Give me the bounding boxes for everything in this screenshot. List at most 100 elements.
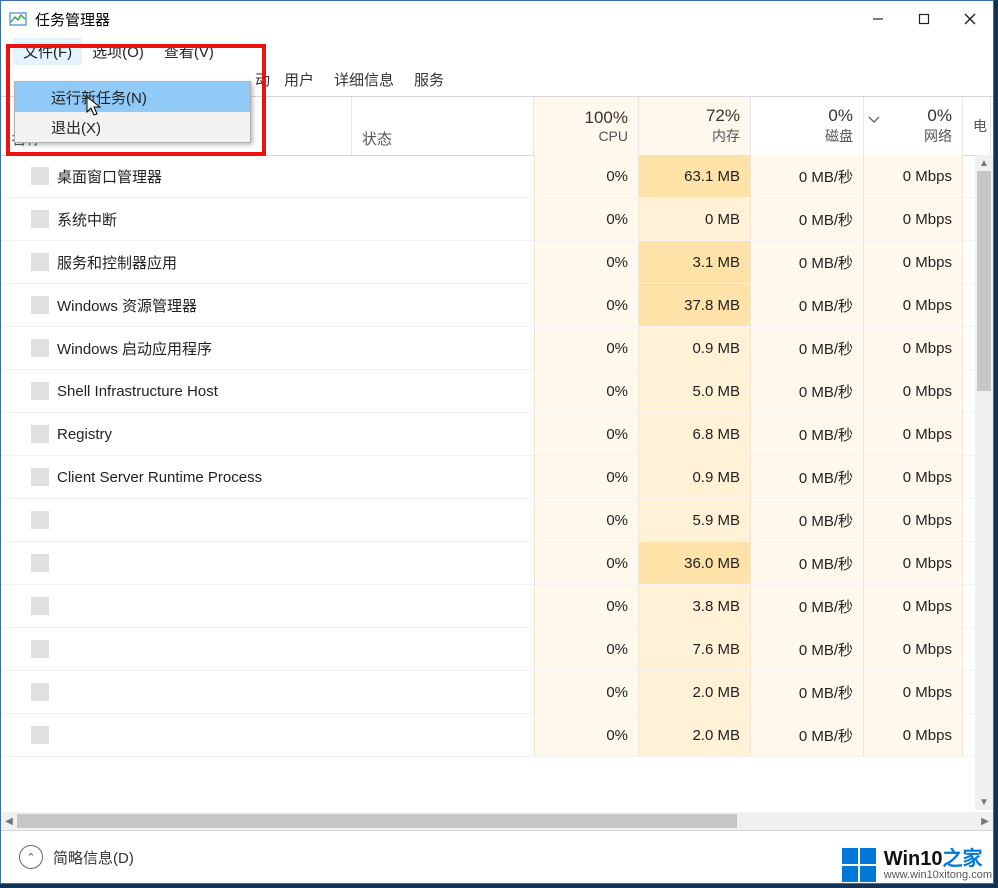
- process-status: [352, 198, 534, 240]
- scroll-up-icon[interactable]: ▲: [975, 155, 993, 171]
- process-icon: [31, 339, 49, 357]
- process-status: [352, 628, 534, 670]
- process-mem: 5.0 MB: [639, 370, 751, 412]
- process-mem: 2.0 MB: [639, 714, 751, 756]
- table-row[interactable]: Shell Infrastructure Host0%5.0 MB0 MB/秒0…: [1, 370, 993, 413]
- scroll-down-icon[interactable]: ▼: [975, 794, 993, 810]
- col-last[interactable]: 电: [963, 97, 991, 155]
- titlebar: 任务管理器: [1, 1, 993, 38]
- menu-file[interactable]: 文件(F): [13, 38, 82, 65]
- process-disk: 0 MB/秒: [751, 585, 864, 627]
- process-mem: 36.0 MB: [639, 542, 751, 584]
- table-row[interactable]: 0%7.6 MB0 MB/秒0 Mbps: [1, 628, 993, 671]
- minimize-button[interactable]: [855, 3, 901, 35]
- process-cpu: 0%: [534, 327, 639, 369]
- process-status: [352, 499, 534, 541]
- process-name: Client Server Runtime Process: [57, 469, 262, 486]
- process-net: 0 Mbps: [864, 413, 963, 455]
- process-name: Shell Infrastructure Host: [57, 383, 218, 400]
- process-status: [352, 370, 534, 412]
- col-mem-label: 内存: [712, 126, 740, 146]
- process-icon: [31, 210, 49, 228]
- process-icon: [31, 683, 49, 701]
- table-row[interactable]: Registry0%6.8 MB0 MB/秒0 Mbps: [1, 413, 993, 456]
- scroll-right-icon[interactable]: ▶: [977, 812, 993, 830]
- process-status: [352, 714, 534, 756]
- process-status: [352, 585, 534, 627]
- process-mem: 3.8 MB: [639, 585, 751, 627]
- process-cpu: 0%: [534, 671, 639, 713]
- fewer-details-button[interactable]: 简略信息(D): [53, 847, 134, 868]
- process-disk: 0 MB/秒: [751, 456, 864, 498]
- watermark-url: www.win10xitong.com: [884, 869, 992, 881]
- process-net: 0 Mbps: [864, 327, 963, 369]
- table-row[interactable]: Windows 资源管理器0%37.8 MB0 MB/秒0 Mbps: [1, 284, 993, 327]
- process-disk: 0 MB/秒: [751, 327, 864, 369]
- process-net: 0 Mbps: [864, 456, 963, 498]
- process-cpu: 0%: [534, 241, 639, 283]
- process-cpu: 0%: [534, 370, 639, 412]
- vertical-scrollbar[interactable]: ▲ ▼: [975, 155, 993, 810]
- process-icon: [31, 511, 49, 529]
- col-mem[interactable]: 72% 内存: [639, 97, 751, 155]
- scroll-left-icon[interactable]: ◀: [1, 812, 17, 830]
- table-row[interactable]: 0%3.8 MB0 MB/秒0 Mbps: [1, 585, 993, 628]
- process-name: Windows 资源管理器: [57, 295, 197, 316]
- table-row[interactable]: 0%2.0 MB0 MB/秒0 Mbps: [1, 714, 993, 757]
- maximize-button[interactable]: [901, 3, 947, 35]
- table-row[interactable]: 0%36.0 MB0 MB/秒0 Mbps: [1, 542, 993, 585]
- process-icon: [31, 253, 49, 271]
- process-disk: 0 MB/秒: [751, 413, 864, 455]
- process-name: Windows 启动应用程序: [57, 338, 212, 359]
- process-status: [352, 327, 534, 369]
- col-cpu[interactable]: 100% CPU: [534, 97, 639, 155]
- hscroll-thumb[interactable]: [17, 814, 737, 828]
- windows-logo-icon: [842, 848, 876, 882]
- menu-item-run-new-task[interactable]: 运行新任务(N): [15, 82, 250, 112]
- file-menu-dropdown: 运行新任务(N) 退出(X): [14, 81, 251, 143]
- table-row[interactable]: 服务和控制器应用0%3.1 MB0 MB/秒0 Mbps: [1, 241, 993, 284]
- process-net: 0 Mbps: [864, 585, 963, 627]
- process-name: 桌面窗口管理器: [57, 166, 162, 187]
- col-net[interactable]: 0% 网络: [864, 97, 963, 155]
- chevron-up-icon: ⌃: [26, 851, 35, 864]
- process-disk: 0 MB/秒: [751, 542, 864, 584]
- process-name: Registry: [57, 426, 112, 443]
- process-cpu: 0%: [534, 499, 639, 541]
- process-net: 0 Mbps: [864, 499, 963, 541]
- tab-users[interactable]: 用户: [274, 63, 324, 96]
- col-status-label: 状态: [362, 128, 523, 149]
- tab-fragment[interactable]: 动: [255, 63, 274, 96]
- table-row[interactable]: 0%5.9 MB0 MB/秒0 Mbps: [1, 499, 993, 542]
- process-mem: 0.9 MB: [639, 327, 751, 369]
- process-cpu: 0%: [534, 585, 639, 627]
- col-disk[interactable]: 0% 磁盘: [751, 97, 864, 155]
- table-row[interactable]: 桌面窗口管理器0%63.1 MB0 MB/秒0 Mbps: [1, 155, 993, 198]
- process-status: [352, 413, 534, 455]
- process-icon: [31, 640, 49, 658]
- table-row[interactable]: Windows 启动应用程序 0%0.9 MB0 MB/秒0 Mbps: [1, 327, 993, 370]
- process-disk: 0 MB/秒: [751, 284, 864, 326]
- watermark-text-1: Win10: [884, 848, 943, 870]
- fewer-details-icon[interactable]: ⌃: [19, 845, 43, 869]
- tab-services[interactable]: 服务: [404, 63, 454, 96]
- table-row[interactable]: 0%2.0 MB0 MB/秒0 Mbps: [1, 671, 993, 714]
- col-last-label: 电: [973, 116, 980, 136]
- process-net: 0 Mbps: [864, 671, 963, 713]
- process-cpu: 0%: [534, 155, 639, 197]
- col-status[interactable]: 状态: [352, 97, 534, 155]
- horizontal-scrollbar[interactable]: ◀ ▶: [1, 812, 993, 830]
- tab-details[interactable]: 详细信息: [324, 63, 404, 96]
- process-disk: 0 MB/秒: [751, 499, 864, 541]
- process-disk: 0 MB/秒: [751, 671, 864, 713]
- process-mem: 63.1 MB: [639, 155, 751, 197]
- menu-view[interactable]: 查看(V): [154, 38, 224, 65]
- close-button[interactable]: [947, 3, 993, 35]
- menu-item-exit[interactable]: 退出(X): [15, 112, 250, 142]
- table-row[interactable]: 系统中断0%0 MB0 MB/秒0 Mbps: [1, 198, 993, 241]
- col-disk-label: 磁盘: [825, 126, 853, 146]
- process-net: 0 Mbps: [864, 155, 963, 197]
- menu-options[interactable]: 选项(O): [82, 38, 154, 65]
- scroll-thumb[interactable]: [977, 171, 991, 391]
- table-row[interactable]: Client Server Runtime Process0%0.9 MB0 M…: [1, 456, 993, 499]
